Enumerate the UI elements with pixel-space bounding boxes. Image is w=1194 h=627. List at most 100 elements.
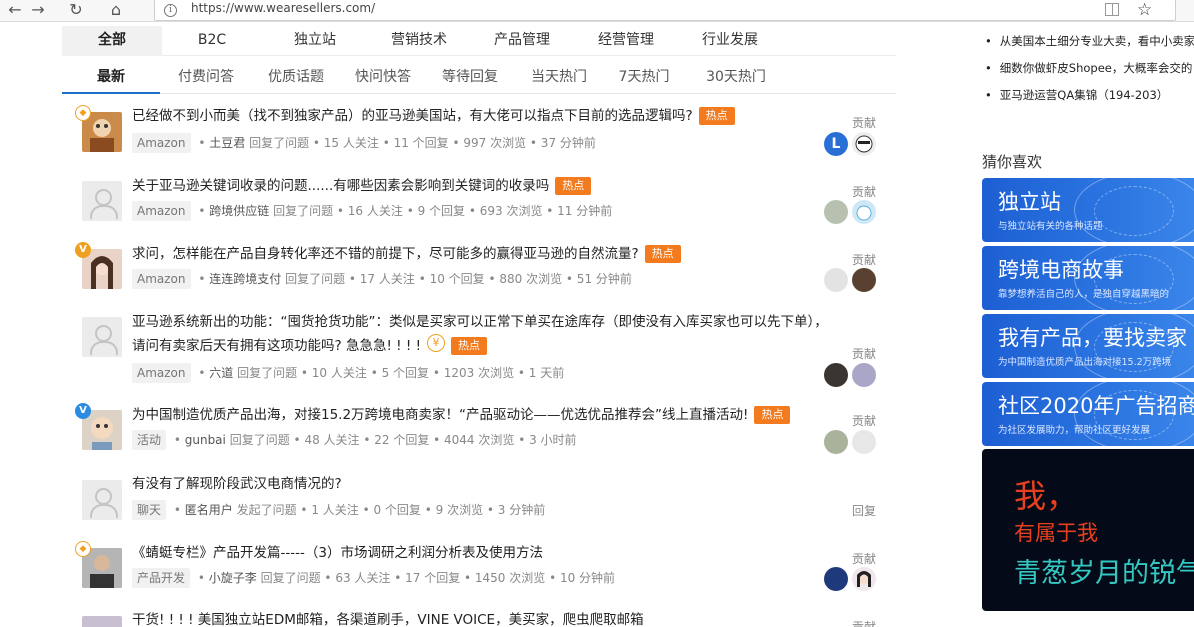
info-icon[interactable]: i <box>164 4 177 17</box>
ad-text: 有属于我 <box>1014 521 1098 545</box>
user-link[interactable]: 小旋子李 <box>209 571 257 585</box>
avatar[interactable] <box>82 480 122 520</box>
question-meta: Amazon • 跨境供应链 回复了问题 • 16 人关注 • 9 个回复 • … <box>132 201 612 221</box>
topic-banner[interactable]: 社区2020年广告招商 为社区发展助力，帮助社区更好发展 <box>982 382 1194 446</box>
user-link[interactable]: 跨境供应链 <box>209 204 269 218</box>
sort-tabs: 最新 付费问答 优质话题 快问快答 等待回复 当天热门 7天热门 30天热门 <box>62 62 896 94</box>
banner-subtitle: 为中国制造优质产品出海对接15.2万跨境 <box>998 357 1172 368</box>
tab-industry[interactable]: 行业发展 <box>680 26 780 56</box>
user-link[interactable]: 连连跨境支付 <box>209 272 281 286</box>
question-item: V 为中国制造优质产品出海，对接15.2万跨境电商卖家！“产品驱动论——优选优品… <box>70 400 880 462</box>
question-item: ◆ 《蜻蜓专栏》产品开发篇-----（3）市场调研之利润分析表及使用方法 产品开… <box>70 540 880 600</box>
banner-title: 跨境电商故事 <box>998 258 1124 282</box>
hot-badge: 热点 <box>698 107 735 125</box>
question-title[interactable]: 有没有了解现阶段武汉电商情况的? <box>132 472 842 496</box>
topic-tag[interactable]: 聊天 <box>132 500 167 520</box>
topic-tag[interactable]: Amazon <box>132 269 191 289</box>
topic-banner[interactable]: 独立站 与独立站有关的各种话题 <box>982 178 1194 242</box>
question-title[interactable]: 求问，怎样能在产品自身转化率还不错的前提下，尽可能多的赢得亚马逊的自然流量? 热点 <box>132 242 842 266</box>
user-link[interactable]: 土豆君 <box>209 136 245 150</box>
banner-subtitle: 与独立站有关的各种话题 <box>998 221 1103 232</box>
tab-awaiting-reply[interactable]: 等待回复 <box>426 62 514 94</box>
question-title[interactable]: 已经做不到小而美（找不到独家产品）的亚马逊美国站，有大佬可以指点下目前的选品逻辑… <box>132 104 842 128</box>
topic-tag[interactable]: 活动 <box>132 430 167 450</box>
question-meta: Amazon • 六道 回复了问题 • 10 人关注 • 5 个回复 • 120… <box>132 363 564 383</box>
avatar[interactable] <box>82 317 122 357</box>
question-meta: Amazon • 土豆君 回复了问题 • 15 人关注 • 11 个回复 • 9… <box>132 133 596 153</box>
tab-today-hot[interactable]: 当天热门 <box>514 62 604 94</box>
contrib-label: 贡献 <box>851 185 876 199</box>
contributor-avatar[interactable] <box>852 430 876 454</box>
user-link[interactable]: 匿名用户 <box>185 503 233 517</box>
question-item: 关于亚马逊关键词收录的问题......有哪些因素会影响到关键词的收录吗 热点 Am… <box>70 173 880 233</box>
tab-30day-hot[interactable]: 30天热门 <box>684 62 788 94</box>
guess-you-like-title: 猜你喜欢 <box>982 153 1043 171</box>
tab-marketing[interactable]: 营销技术 <box>369 26 469 56</box>
tab-product-management[interactable]: 产品管理 <box>472 26 572 56</box>
hot-article-list: 从美国本土细分专业大卖，看中小卖家 细数你做虾皮Shopee，大概率会交的 亚马… <box>985 28 1194 109</box>
question-title[interactable]: 关于亚马逊关键词收录的问题......有哪些因素会影响到关键词的收录吗 热点 <box>132 174 842 198</box>
avatar[interactable] <box>82 616 122 627</box>
star-icon[interactable]: ☆ <box>1137 0 1152 20</box>
tab-latest[interactable]: 最新 <box>62 62 160 94</box>
contrib-label: 贡献 <box>851 253 876 267</box>
reader-view-icon[interactable] <box>1105 3 1119 16</box>
category-tabs: 全部 B2C 独立站 营销技术 产品管理 经营管理 行业发展 <box>62 26 896 56</box>
hot-badge: 热点 <box>450 337 487 355</box>
article-link[interactable]: 亚马逊运营QA集锦（194-203） <box>985 82 1194 109</box>
home-icon[interactable]: ⌂ <box>104 1 128 21</box>
contributor-avatar[interactable] <box>852 268 876 292</box>
reload-icon[interactable]: ↻ <box>64 1 88 21</box>
contributor-avatar[interactable] <box>852 200 876 224</box>
contributor-avatar[interactable] <box>852 132 876 156</box>
contributor-avatar[interactable] <box>824 200 848 224</box>
tab-quick-qa[interactable]: 快问快答 <box>340 62 426 94</box>
contributor-avatar[interactable] <box>824 363 848 387</box>
topic-tag[interactable]: 产品开发 <box>132 568 191 588</box>
question-title[interactable]: 为中国制造优质产品出海，对接15.2万跨境电商卖家！“产品驱动论——优选优品推荐… <box>132 403 842 427</box>
question-item: 亚马逊系统新出的功能：“囤货抢货功能”：类似是买家可以正常下单买在途库存（即使没… <box>70 309 880 389</box>
tab-business-management[interactable]: 经营管理 <box>576 26 676 56</box>
hot-badge: 热点 <box>754 406 791 424</box>
question-title[interactable]: 亚马逊系统新出的功能：“囤货抢货功能”：类似是买家可以正常下单买在途库存（即使没… <box>132 310 837 358</box>
topic-tag[interactable]: Amazon <box>132 201 191 221</box>
contributor-avatar[interactable] <box>824 567 848 591</box>
contributor-avatar[interactable] <box>824 430 848 454</box>
contributor-avatar[interactable] <box>852 567 876 591</box>
avatar[interactable] <box>82 181 122 221</box>
verified-blue-badge-icon: V <box>75 403 91 419</box>
contrib-label: 贡献 <box>851 116 876 130</box>
tab-quality-topics[interactable]: 优质话题 <box>252 62 340 94</box>
address-bar[interactable]: i https://www.wearesellers.com/ ☆ <box>154 0 1176 21</box>
question-item: ◆ 已经做不到小而美（找不到独家产品）的亚马逊美国站，有大佬可以指点下目前的选品… <box>70 104 880 164</box>
contrib-label: 贡献 <box>851 552 876 566</box>
tab-7day-hot[interactable]: 7天热门 <box>604 62 684 94</box>
user-link[interactable]: 六道 <box>209 366 233 380</box>
question-item: 有没有了解现阶段武汉电商情况的? 聊天 • 匿名用户 发起了问题 • 1 人关注… <box>70 472 880 532</box>
question-meta: 活动 • gunbai 回复了问题 • 48 人关注 • 22 个回复 • 40… <box>132 430 577 450</box>
browser-toolbar: ← → ↻ ⌂ i https://www.wearesellers.com/ … <box>0 0 1194 22</box>
contributor-avatar[interactable] <box>824 268 848 292</box>
url-text[interactable]: https://www.wearesellers.com/ <box>191 1 375 15</box>
ad-banner[interactable]: 我， 有属于我 青葱岁月的锐气 <box>982 449 1194 611</box>
back-icon[interactable]: ← <box>3 1 27 21</box>
article-link[interactable]: 从美国本土细分专业大卖，看中小卖家 <box>985 28 1194 55</box>
contributor-avatar[interactable]: L <box>824 132 848 156</box>
topic-banner[interactable]: 跨境电商故事 靠梦想养活自己的人，是独自穿越黑暗的 <box>982 246 1194 310</box>
forward-icon[interactable]: → <box>26 1 50 21</box>
question-title[interactable]: 《蜻蜓专栏》产品开发篇-----（3）市场调研之利润分析表及使用方法 <box>132 541 842 565</box>
banner-subtitle: 靠梦想养活自己的人，是独自穿越黑暗的 <box>998 289 1170 300</box>
topic-tag[interactable]: Amazon <box>132 133 191 153</box>
topic-tag[interactable]: Amazon <box>132 363 191 383</box>
contrib-label: 贡献 <box>851 414 876 428</box>
topic-banner[interactable]: 我有产品，要找卖家 为中国制造优质产品出海对接15.2万跨境 <box>982 314 1194 378</box>
tab-independent-site[interactable]: 独立站 <box>265 26 365 56</box>
banner-decoration <box>1094 186 1174 236</box>
question-title[interactable]: 干货! ! ! ! 美国独立站EDM邮箱，各渠道刷手，VINE VOICE，美买… <box>132 608 842 627</box>
tab-b2c[interactable]: B2C <box>162 26 262 56</box>
contributor-avatar[interactable] <box>852 363 876 387</box>
tab-paid-qa[interactable]: 付费问答 <box>160 62 252 94</box>
tab-all[interactable]: 全部 <box>62 26 162 56</box>
user-link[interactable]: gunbai <box>185 433 226 447</box>
article-link[interactable]: 细数你做虾皮Shopee，大概率会交的 <box>985 55 1194 82</box>
